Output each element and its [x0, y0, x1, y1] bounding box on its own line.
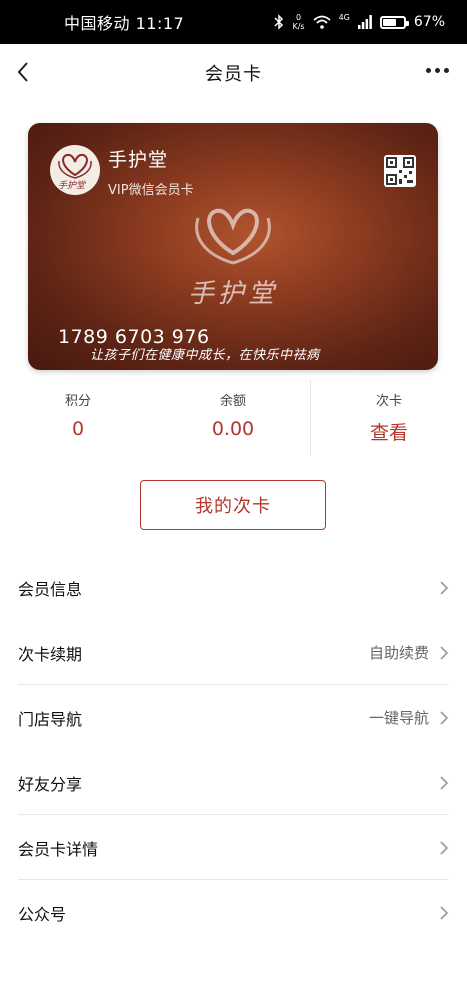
- chevron-left-icon[interactable]: [12, 58, 42, 88]
- menu-item-card-renewal[interactable]: 次卡续期 自助续费: [0, 620, 467, 685]
- points-value: 0: [71, 418, 85, 440]
- menu-item-value: 一键导航: [368, 709, 429, 727]
- status-icons: 0 K/s 4G 67%: [274, 13, 445, 31]
- menu-item-label: 好友分享: [18, 774, 83, 794]
- stats-row: 积分 0 余额 0.00 次卡 查看: [0, 380, 467, 456]
- balance-stat[interactable]: 余额 0.00: [155, 380, 311, 440]
- status-bar: 中国移动 11:17 0 K/s 4G 67%: [0, 0, 467, 44]
- menu-item-value: 自助续费: [368, 644, 429, 662]
- menu-item-label: 公众号: [18, 904, 67, 924]
- nav-bar: 会员卡: [0, 44, 467, 102]
- card-slogan: 让孩子们在健康中成长，在快乐中祛病: [90, 348, 320, 363]
- card-brand-watermark: 手护堂: [188, 279, 279, 309]
- chevron-right-icon: [440, 905, 449, 920]
- menu-item-member-info[interactable]: 会员信息: [0, 555, 467, 620]
- carrier-time: 中国移动 11:17: [64, 14, 185, 33]
- menu-item-official-account[interactable]: 公众号: [0, 880, 467, 945]
- brand-logo: 手护堂: [50, 145, 100, 195]
- chevron-right-icon: [440, 710, 449, 725]
- points-stat[interactable]: 积分 0: [0, 380, 156, 440]
- chevron-right-icon: [440, 840, 449, 855]
- more-horizontal-icon[interactable]: [426, 68, 449, 73]
- battery-percent: 67%: [413, 14, 445, 30]
- points-label: 积分: [64, 394, 91, 409]
- card-emblem-icon: [195, 208, 271, 265]
- menu-item-card-details[interactable]: 会员卡详情: [0, 815, 467, 880]
- chevron-right-icon: [440, 775, 449, 790]
- balance-label: 余额: [219, 394, 246, 409]
- count-card-label: 次卡: [375, 394, 402, 409]
- chevron-right-icon: [440, 645, 449, 660]
- count-card-stat[interactable]: 次卡 查看: [311, 380, 467, 445]
- balance-value: 0.00: [211, 418, 255, 440]
- wifi-icon: [312, 15, 331, 29]
- menu-item-label: 会员信息: [18, 579, 83, 599]
- menu-item-label: 门店导航: [18, 709, 83, 729]
- count-card-view-link[interactable]: 查看: [311, 418, 467, 445]
- logo-text: 手护堂: [58, 181, 86, 191]
- card-brand-name: 手护堂: [108, 149, 169, 171]
- chevron-right-icon: [440, 580, 449, 595]
- menu-item-label: 会员卡详情: [18, 839, 99, 859]
- menu-list: 会员信息 次卡续期 自助续费 门店导航 一键导航 好友分享 会员卡详情 公众号: [0, 555, 467, 945]
- signal-icon: [357, 15, 372, 29]
- net-speed: 0 K/s: [292, 13, 305, 31]
- menu-item-store-navigation[interactable]: 门店导航 一键导航: [0, 685, 467, 750]
- my-count-card-button[interactable]: 我的次卡: [140, 480, 326, 530]
- qr-code-icon[interactable]: [384, 155, 416, 187]
- menu-item-share-friends[interactable]: 好友分享: [0, 750, 467, 815]
- bluetooth-icon: [274, 14, 284, 30]
- battery-icon: [379, 15, 409, 29]
- menu-item-label: 次卡续期: [18, 644, 83, 664]
- membership-card[interactable]: 手护堂 手护堂 VIP微信会员卡 手护堂 1789 6703 976 让孩子们在…: [28, 123, 438, 370]
- page-title: 会员卡: [205, 64, 262, 85]
- network-type: 4G: [338, 12, 350, 22]
